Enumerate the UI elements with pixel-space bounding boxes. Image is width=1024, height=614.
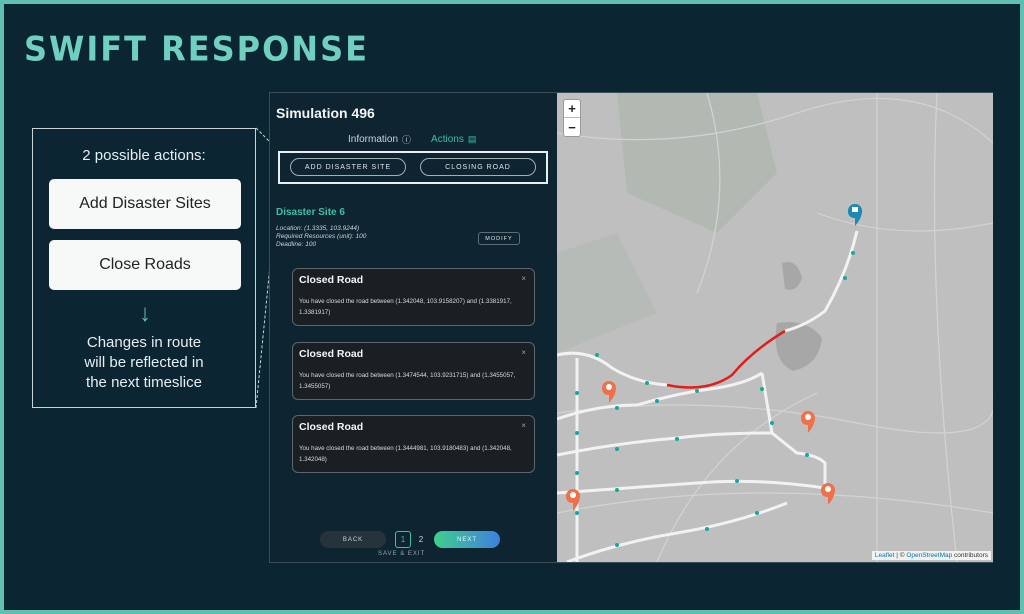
toast-title: Closed Road — [299, 348, 364, 360]
page-1-button[interactable]: 1 — [395, 531, 411, 548]
clipboard-icon: ▤ — [467, 134, 477, 144]
toast-title: Closed Road — [299, 274, 364, 286]
map-view[interactable]: + − Leaflet | © OpenStreetMap contributo… — [557, 93, 993, 562]
tab-label: Information — [348, 134, 399, 145]
attribution-suffix: contributors — [952, 552, 988, 559]
tab-actions[interactable]: Actions ▤ — [431, 133, 476, 146]
zoom-out-button[interactable]: − — [564, 118, 580, 136]
disaster-site-resources: Required Resources (unit): 100 — [276, 233, 367, 240]
save-exit-link[interactable]: SAVE & EXIT — [378, 551, 425, 557]
tab-information[interactable]: Information ⓘ — [348, 133, 411, 146]
page-2-button[interactable]: 2 — [413, 531, 429, 548]
close-icon[interactable]: × — [521, 274, 526, 283]
next-button[interactable]: NEXT — [434, 531, 500, 548]
closed-road-toast: Closed Road × You have closed the road b… — [292, 342, 535, 400]
add-disaster-site-button[interactable]: ADD DISASTER SITE — [290, 158, 406, 176]
modify-button[interactable]: MODIFY — [478, 232, 520, 245]
toast-body: You have closed the road between (1.3474… — [299, 372, 516, 390]
panel-tabs: Information ⓘ Actions ▤ — [348, 133, 476, 146]
zoom-in-button[interactable]: + — [564, 100, 580, 118]
closing-road-button[interactable]: CLOSING ROAD — [420, 158, 536, 176]
toast-body: You have closed the road between (1.3420… — [299, 298, 512, 316]
disaster-site-title: Disaster Site 6 — [276, 207, 345, 218]
osm-link[interactable]: OpenStreetMap — [906, 552, 952, 559]
simulation-title: Simulation 496 — [276, 105, 375, 121]
info-icon: ⓘ — [402, 135, 412, 145]
disaster-site-deadline: Deadline: 100 — [276, 241, 317, 248]
actions-panel: Simulation 496 Information ⓘ Actions ▤ A… — [270, 93, 557, 562]
disaster-site-details: Location: (1.3335, 103.9244) Required Re… — [276, 225, 366, 249]
disaster-site-location: Location: (1.3335, 103.9244) — [276, 225, 360, 232]
closed-road-toast: Closed Road × You have closed the road b… — [292, 415, 535, 473]
toast-body: You have closed the road between (1.3444… — [299, 445, 512, 463]
map-canvas[interactable] — [557, 93, 993, 562]
attribution-separator: | © — [894, 552, 907, 559]
zoom-control: + − — [563, 99, 581, 137]
map-attribution: Leaflet | © OpenStreetMap contributors — [871, 551, 991, 560]
close-icon[interactable]: × — [521, 348, 526, 357]
leaflet-link[interactable]: Leaflet — [875, 552, 895, 559]
toast-title: Closed Road — [299, 421, 364, 433]
close-icon[interactable]: × — [521, 421, 526, 430]
back-button[interactable]: BACK — [320, 531, 386, 548]
simulation-app: Simulation 496 Information ⓘ Actions ▤ A… — [269, 92, 993, 563]
closed-road-toast: Closed Road × You have closed the road b… — [292, 268, 535, 326]
tab-label: Actions — [431, 134, 464, 145]
